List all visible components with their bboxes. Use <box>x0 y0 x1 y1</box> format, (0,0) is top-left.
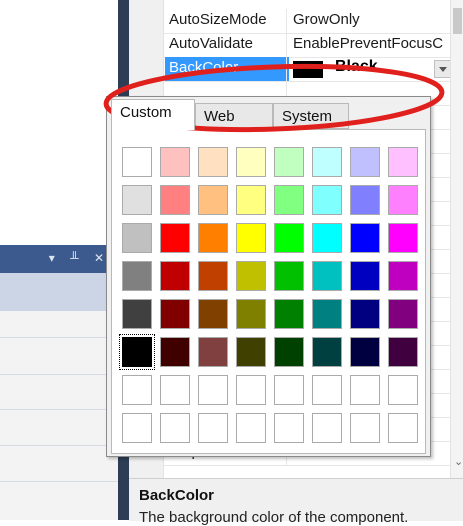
color-cell[interactable] <box>388 185 418 215</box>
color-cell[interactable] <box>119 334 155 370</box>
color-cell[interactable] <box>160 147 190 177</box>
property-name: AutoSizeMode <box>169 11 267 28</box>
description-panel: BackColor The background color of the co… <box>129 478 463 526</box>
color-cell[interactable] <box>122 147 152 177</box>
color-cell[interactable] <box>160 261 190 291</box>
color-cell[interactable] <box>236 185 266 215</box>
color-cell[interactable] <box>122 185 152 215</box>
color-cell[interactable] <box>198 375 228 405</box>
color-cell[interactable] <box>388 223 418 253</box>
divider <box>0 481 120 482</box>
color-cell[interactable] <box>350 375 380 405</box>
color-cell[interactable] <box>236 299 266 329</box>
color-cell[interactable] <box>274 413 304 443</box>
color-cell[interactable] <box>312 223 342 253</box>
color-cell[interactable] <box>388 337 418 367</box>
color-cell[interactable] <box>274 337 304 367</box>
color-cell[interactable] <box>350 299 380 329</box>
color-cell[interactable] <box>122 299 152 329</box>
vertical-scrollbar[interactable]: ⌄ <box>450 0 463 478</box>
divider <box>0 445 120 446</box>
color-cell[interactable] <box>160 299 190 329</box>
color-cell[interactable] <box>198 337 228 367</box>
color-cell[interactable] <box>312 147 342 177</box>
panel-toolbar <box>0 273 120 311</box>
color-palette <box>111 129 426 454</box>
divider <box>0 337 120 338</box>
color-cell[interactable] <box>312 185 342 215</box>
color-cell[interactable] <box>350 261 380 291</box>
property-name: BackColor <box>165 57 289 81</box>
color-cell[interactable] <box>198 261 228 291</box>
color-cell[interactable] <box>274 147 304 177</box>
color-cell[interactable] <box>388 261 418 291</box>
color-cell[interactable] <box>122 261 152 291</box>
color-cell[interactable] <box>274 375 304 405</box>
divider <box>0 374 120 375</box>
divider <box>0 409 120 410</box>
color-swatch <box>293 61 323 78</box>
color-cell[interactable] <box>274 223 304 253</box>
color-cell[interactable] <box>160 185 190 215</box>
color-cell[interactable] <box>160 223 190 253</box>
description-title: BackColor <box>139 487 215 504</box>
tab-custom[interactable]: Custom <box>111 99 195 130</box>
column-divider[interactable] <box>286 9 287 33</box>
color-cell[interactable] <box>388 299 418 329</box>
color-cell[interactable] <box>160 337 190 367</box>
color-cell[interactable] <box>388 147 418 177</box>
property-name: AutoValidate <box>169 35 253 52</box>
color-cell[interactable] <box>160 375 190 405</box>
scrollbar-thumb[interactable] <box>453 8 462 34</box>
color-cell[interactable] <box>160 413 190 443</box>
color-cell[interactable] <box>198 185 228 215</box>
color-cell[interactable] <box>122 223 152 253</box>
color-picker-dropdown: Custom Web System <box>106 96 431 457</box>
color-cell[interactable] <box>274 185 304 215</box>
color-cell[interactable] <box>236 375 266 405</box>
property-row[interactable]: BackColor Black <box>163 57 452 82</box>
color-cell[interactable] <box>198 413 228 443</box>
color-cell[interactable] <box>350 223 380 253</box>
column-divider[interactable] <box>286 33 287 57</box>
tab-system[interactable]: System <box>273 103 349 129</box>
color-cell[interactable] <box>198 147 228 177</box>
color-cell[interactable] <box>388 375 418 405</box>
color-cell[interactable] <box>312 337 342 367</box>
property-row[interactable]: AutoValidate EnablePreventFocusChange <box>163 33 450 58</box>
tab-web[interactable]: Web <box>195 103 273 129</box>
color-cell[interactable] <box>236 337 266 367</box>
color-cell[interactable] <box>274 261 304 291</box>
color-cell[interactable] <box>236 413 266 443</box>
color-cell[interactable] <box>312 299 342 329</box>
scroll-down-icon[interactable]: ⌄ <box>454 455 463 468</box>
color-cell[interactable] <box>274 299 304 329</box>
color-cell[interactable] <box>198 223 228 253</box>
color-cell[interactable] <box>312 375 342 405</box>
panel-header: ▾ ╨ ✕ <box>0 245 120 273</box>
color-cell[interactable] <box>236 223 266 253</box>
color-cell[interactable] <box>312 413 342 443</box>
property-value[interactable]: Black <box>335 58 378 76</box>
description-text: The background color of the component. <box>139 509 409 526</box>
color-cell[interactable] <box>236 261 266 291</box>
property-value[interactable]: EnablePreventFocusChange <box>293 35 443 52</box>
color-cell[interactable] <box>122 375 152 405</box>
column-divider[interactable] <box>286 57 287 81</box>
color-cell[interactable] <box>350 185 380 215</box>
color-cell[interactable] <box>122 413 152 443</box>
left-docked-panel: ▾ ╨ ✕ <box>0 245 120 520</box>
color-cell[interactable] <box>236 147 266 177</box>
property-value[interactable]: GrowOnly <box>293 11 443 28</box>
property-row[interactable]: AutoSizeMode GrowOnly <box>163 9 450 34</box>
color-cell[interactable] <box>198 299 228 329</box>
color-cell[interactable] <box>312 261 342 291</box>
color-cell[interactable] <box>388 413 418 443</box>
color-cell[interactable] <box>350 413 380 443</box>
color-cell[interactable] <box>350 147 380 177</box>
panel-pin-controls[interactable]: ▾ ╨ ✕ <box>49 251 110 265</box>
color-cell[interactable] <box>350 337 380 367</box>
